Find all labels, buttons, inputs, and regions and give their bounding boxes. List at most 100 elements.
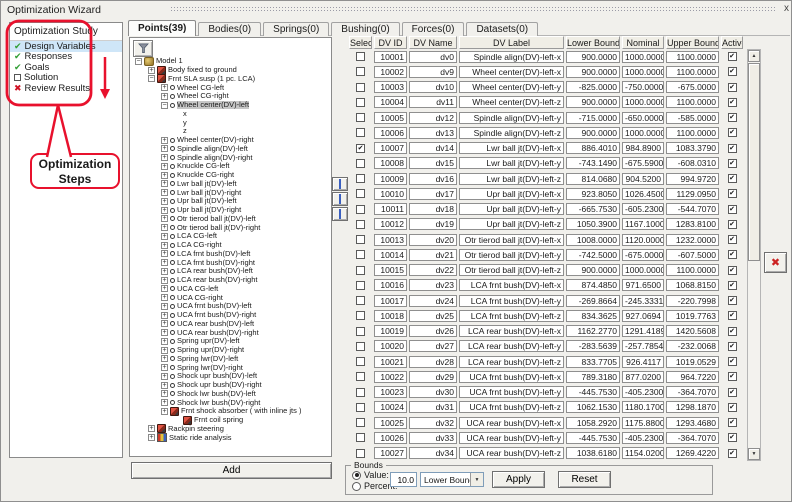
tree-item[interactable]: +UCA rear bush(DV)-left	[131, 320, 330, 329]
cell-nominal-field[interactable]: -405.2300	[622, 432, 664, 444]
cell-label-field[interactable]: UCA frnt bush(DV)-left-y	[459, 386, 564, 398]
cell-upper-field[interactable]: 1232.0000	[666, 234, 719, 246]
cell-name-field[interactable]: dv32	[409, 417, 457, 429]
cell-upper-field[interactable]: -585.0000	[666, 112, 719, 124]
active-checkbox[interactable]: ✔	[728, 159, 737, 168]
cell-lower-field[interactable]: 923.8050	[566, 188, 620, 200]
cell-nominal-field[interactable]: 984.8900	[622, 142, 664, 154]
cell-nominal-field[interactable]: -245.3331	[622, 295, 664, 307]
cell-nominal-field[interactable]: 1026.4500	[622, 188, 664, 200]
tree-item[interactable]: +Rackpin steering	[131, 425, 330, 434]
filter-button[interactable]	[133, 40, 153, 57]
tab-bodies-0[interactable]: Bodies(0)	[198, 22, 261, 36]
cell-nominal-field[interactable]: -257.7854	[622, 340, 664, 352]
expand-plus-icon[interactable]: +	[161, 172, 168, 179]
cell-id-field[interactable]: 10008	[374, 157, 407, 169]
cell-name-field[interactable]: dv14	[409, 142, 457, 154]
cell-id-field[interactable]: 10011	[374, 203, 407, 215]
bound-amount-input[interactable]	[390, 472, 417, 487]
cell-id-field[interactable]: 10025	[374, 417, 407, 429]
study-item-goals[interactable]: ✔Goals	[10, 62, 122, 73]
cell-label-field[interactable]: Upr ball jt(DV)-left-x	[459, 188, 564, 200]
active-checkbox[interactable]: ✔	[728, 205, 737, 214]
cell-label-field[interactable]: UCA rear bush(DV)-left-z	[459, 447, 564, 459]
cell-upper-field[interactable]: 1100.0000	[666, 96, 719, 108]
cell-id-field[interactable]: 10014	[374, 249, 407, 261]
cell-name-field[interactable]: dv27	[409, 340, 457, 352]
cell-label-field[interactable]: LCA frnt bush(DV)-left-y	[459, 295, 564, 307]
tree-item[interactable]: −Wheel center(DV)-left	[131, 101, 330, 110]
cell-lower-field[interactable]: 1058.2920	[566, 417, 620, 429]
cell-label-field[interactable]: LCA rear bush(DV)-left-y	[459, 340, 564, 352]
column-header-dv-label[interactable]: DV Label	[459, 36, 564, 49]
bound-target-select[interactable]: Lower Bound ▼	[420, 472, 484, 487]
cell-label-field[interactable]: UCA frnt bush(DV)-left-z	[459, 401, 564, 413]
expand-plus-icon[interactable]: +	[161, 207, 168, 214]
active-checkbox[interactable]: ✔	[728, 403, 737, 412]
delete-button[interactable]: ✖	[764, 252, 787, 273]
tree-item[interactable]: y	[131, 118, 330, 127]
expand-plus-icon[interactable]: +	[161, 408, 168, 415]
tree-item[interactable]: −Frnt SLA susp (1 pc. LCA)	[131, 75, 330, 84]
expand-plus-icon[interactable]: +	[161, 355, 168, 362]
expand-plus-icon[interactable]: +	[161, 373, 168, 380]
active-checkbox[interactable]: ✔	[728, 311, 737, 320]
expand-plus-icon[interactable]: +	[161, 259, 168, 266]
transfer-button-1[interactable]	[332, 177, 348, 191]
cell-label-field[interactable]: Otr tierod ball jt(DV)-left-z	[459, 264, 564, 276]
cell-name-field[interactable]: dv21	[409, 249, 457, 261]
cell-nominal-field[interactable]: 877.0200	[622, 371, 664, 383]
chevron-down-icon[interactable]: ▼	[470, 473, 483, 486]
cell-upper-field[interactable]: 1100.0000	[666, 51, 719, 63]
active-checkbox[interactable]: ✔	[728, 388, 737, 397]
cell-id-field[interactable]: 10013	[374, 234, 407, 246]
tree-item[interactable]: +Spindle align(DV)-right	[131, 153, 330, 162]
cell-lower-field[interactable]: 814.0680	[566, 173, 620, 185]
cell-label-field[interactable]: Lwr ball jt(DV)-left-z	[459, 173, 564, 185]
study-item-design-variables[interactable]: ✔Design Variables	[10, 41, 122, 52]
collapse-minus-icon[interactable]: −	[161, 102, 168, 109]
add-button[interactable]: Add	[131, 462, 332, 479]
select-checkbox[interactable]	[356, 342, 365, 351]
tree-item[interactable]: +Static ride analysis	[131, 433, 330, 442]
cell-upper-field[interactable]: -364.7070	[666, 386, 719, 398]
cell-id-field[interactable]: 10012	[374, 218, 407, 230]
select-checkbox[interactable]: ✔	[356, 144, 365, 153]
cell-upper-field[interactable]: 1269.4220	[666, 447, 719, 459]
cell-nominal-field[interactable]: 971.6500	[622, 279, 664, 291]
select-checkbox[interactable]	[356, 235, 365, 244]
select-checkbox[interactable]	[356, 83, 365, 92]
cell-label-field[interactable]: LCA frnt bush(DV)-left-z	[459, 310, 564, 322]
select-checkbox[interactable]	[356, 189, 365, 198]
cell-lower-field[interactable]: 1050.3900	[566, 218, 620, 230]
cell-upper-field[interactable]: 1019.7763	[666, 310, 719, 322]
cell-nominal-field[interactable]: 1000.0000	[622, 264, 664, 276]
cell-name-field[interactable]: dv23	[409, 279, 457, 291]
cell-lower-field[interactable]: -743.1490	[566, 157, 620, 169]
value-radio[interactable]	[352, 471, 361, 480]
cell-name-field[interactable]: dv19	[409, 218, 457, 230]
cell-id-field[interactable]: 10007	[374, 142, 407, 154]
cell-upper-field[interactable]: 994.9720	[666, 173, 719, 185]
cell-upper-field[interactable]: -220.7998	[666, 295, 719, 307]
active-checkbox[interactable]: ✔	[728, 418, 737, 427]
cell-lower-field[interactable]: -445.7530	[566, 386, 620, 398]
cell-name-field[interactable]: dv33	[409, 432, 457, 444]
cell-id-field[interactable]: 10017	[374, 295, 407, 307]
expand-plus-icon[interactable]: +	[161, 163, 168, 170]
scrollbar-thumb[interactable]	[748, 63, 760, 261]
cell-id-field[interactable]: 10021	[374, 356, 407, 368]
cell-label-field[interactable]: Spindle align(DV)-left-z	[459, 127, 564, 139]
cell-label-field[interactable]: UCA frnt bush(DV)-left-x	[459, 371, 564, 383]
cell-name-field[interactable]: dv29	[409, 371, 457, 383]
select-checkbox[interactable]	[356, 205, 365, 214]
cell-nominal-field[interactable]: -675.5900	[622, 157, 664, 169]
tab-points-39[interactable]: Points(39)	[128, 20, 196, 36]
cell-nominal-field[interactable]: 1154.0200	[622, 447, 664, 459]
cell-name-field[interactable]: dv13	[409, 127, 457, 139]
cell-id-field[interactable]: 10023	[374, 386, 407, 398]
active-checkbox[interactable]: ✔	[728, 220, 737, 229]
expand-plus-icon[interactable]: +	[161, 399, 168, 406]
cell-label-field[interactable]: Wheel center(DV)-left-y	[459, 81, 564, 93]
cell-id-field[interactable]: 10024	[374, 401, 407, 413]
